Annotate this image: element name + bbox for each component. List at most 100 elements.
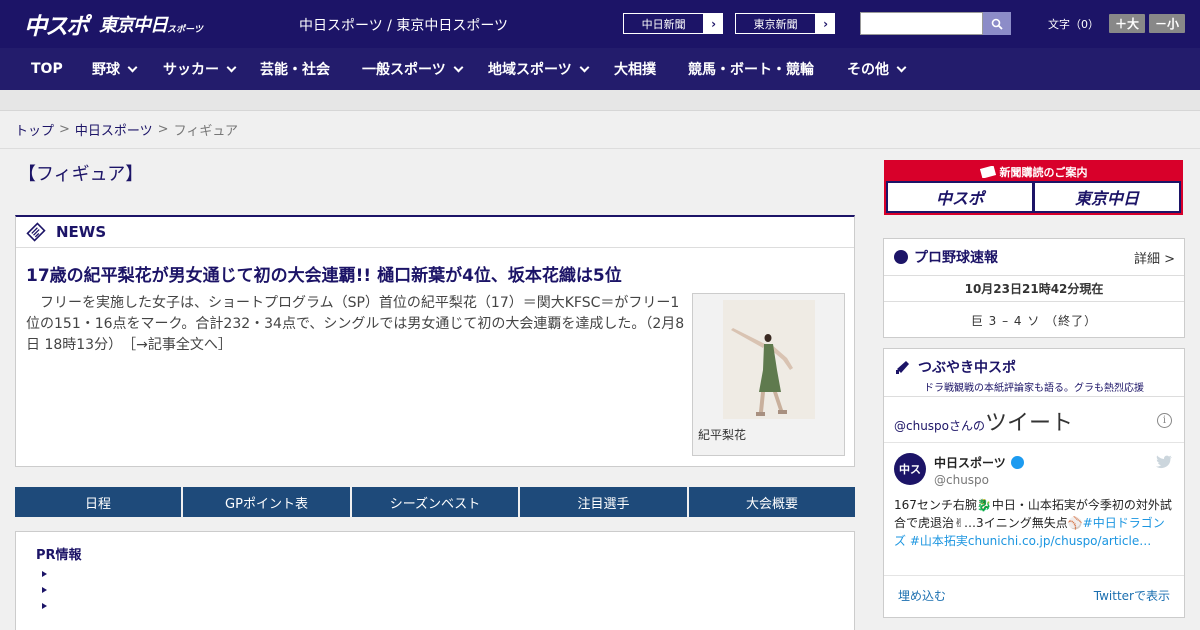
nav-label: 一般スポーツ	[362, 62, 446, 78]
news-heading: NEWS	[56, 223, 107, 241]
font-size-label: 文字（0）	[1048, 17, 1099, 31]
account-handle[interactable]: @chuspo	[934, 473, 989, 487]
pr-item-bullet-icon[interactable]	[42, 571, 47, 577]
tab-schedule[interactable]: 日程	[15, 487, 181, 517]
chevron-right-icon: ›	[711, 16, 717, 31]
tab-season-best[interactable]: シーズンベスト	[352, 487, 518, 517]
view-on-twitter-link[interactable]: Twitterで表示	[1094, 587, 1170, 604]
sub-bar	[0, 90, 1200, 111]
chuspo-logo: 中スポ	[888, 183, 1032, 211]
chevron-down-icon	[127, 62, 138, 72]
verified-icon	[1010, 456, 1024, 469]
breadcrumb-separator: >	[59, 122, 70, 137]
nav-soccer[interactable]: サッカー	[163, 48, 237, 90]
nav-label: 芸能・社会	[260, 62, 330, 78]
news-summary: フリーを実施した女子は、ショートプログラム（SP）首位の紀平梨花（17）＝関大K…	[26, 293, 686, 356]
nav-label: サッカー	[163, 62, 219, 78]
logo-tokyo-chunichi: 東京中日	[99, 15, 168, 36]
site-title[interactable]: 中日スポーツ / 東京中日スポーツ	[299, 15, 508, 35]
news-body-text: フリーを実施した女子は、ショートプログラム（SP）首位の紀平梨花（17）＝関大K…	[26, 295, 685, 353]
news-photo[interactable]: 紀平梨花	[692, 293, 845, 456]
subscription-label: 新聞購読のご案内	[999, 165, 1088, 179]
site-logo[interactable]: 中スポ 東京中日 スポーツ	[24, 8, 203, 40]
photo-caption: 紀平梨花	[698, 428, 747, 442]
info-icon[interactable]: i	[1157, 413, 1172, 428]
baseball-details-link[interactable]: 詳細 >	[1134, 248, 1175, 267]
chevron-down-icon	[453, 62, 464, 72]
divider	[884, 442, 1184, 443]
megaphone-icon	[896, 361, 909, 374]
baseball-title: プロ野球速報	[914, 250, 998, 266]
baseball-score[interactable]: 巨 3 – 4 ソ （終了）	[884, 302, 1184, 338]
account-name[interactable]: 中日スポーツ	[934, 454, 1024, 471]
search-box	[860, 12, 1011, 35]
pr-item-bullet-icon[interactable]	[42, 603, 47, 609]
nav-sumo[interactable]: 大相撲	[614, 48, 656, 90]
search-input[interactable]	[860, 12, 983, 35]
tweets-title: つぶやき中スポ	[918, 360, 1016, 376]
account-name-text: 中日スポーツ	[934, 456, 1006, 470]
nav-label: その他	[847, 62, 889, 78]
baseball-scores: プロ野球速報 詳細 > 10月23日21時42分現在 巨 3 – 4 ソ （終了…	[883, 238, 1185, 338]
twitter-widget: つぶやき中スポ ドラ戦観戦の本紙評論家も語る。グラも熱烈応援 @chuspoさん…	[883, 348, 1185, 618]
breadcrumb: トップ > 中日スポーツ > フィギュア	[0, 111, 1200, 149]
tweet-text: 167センチ右腕🐉中日・山本拓実が今季初の対外試合で虎退治✌…3イニング無失点⚾…	[894, 496, 1176, 550]
nav-other[interactable]: その他	[847, 48, 907, 90]
chevron-right-icon: ›	[823, 16, 829, 31]
search-button[interactable]	[983, 12, 1011, 35]
nav-label: TOP	[31, 61, 63, 77]
tweet-word: ツイート	[985, 411, 1074, 436]
nav-local-sports[interactable]: 地域スポーツ	[488, 48, 590, 90]
tweets-heading: @chuspoさんのツイート	[894, 405, 1073, 437]
newspaper-icon	[979, 165, 996, 178]
twitter-bird-icon[interactable]	[1156, 455, 1172, 469]
tab-event-overview[interactable]: 大会概要	[689, 487, 855, 517]
chevron-down-icon	[896, 62, 907, 72]
nav-label: 地域スポーツ	[488, 62, 572, 78]
breadcrumb-chunichi-sports[interactable]: 中日スポーツ	[75, 120, 153, 139]
avatar[interactable]: 中ス	[894, 453, 926, 485]
tab-featured-players[interactable]: 注目選手	[520, 487, 687, 517]
nav-keiba[interactable]: 競馬・ボート・競輪	[688, 48, 814, 90]
search-icon	[991, 18, 1003, 30]
skater-image	[723, 300, 815, 419]
baseball-icon	[894, 250, 908, 264]
baseball-time: 10月23日21時42分現在	[884, 276, 1184, 302]
chuspo-handle-link[interactable]: @chuspo	[894, 419, 949, 433]
pr-item-bullet-icon[interactable]	[42, 587, 47, 593]
news-header: NEWS	[16, 217, 854, 248]
pr-section: PR情報	[15, 531, 855, 630]
news-section: NEWS 17歳の紀平梨花が男女通じて初の大会連覇!! 樋口新葉が4位、坂本花織…	[15, 215, 855, 467]
tokyo-shimbun-button[interactable]: 東京新聞 ›	[734, 12, 836, 35]
font-smaller-button[interactable]: －小	[1149, 14, 1186, 33]
breadcrumb-current: フィギュア	[173, 124, 239, 139]
tokyo-shimbun-label: 東京新聞	[735, 13, 817, 34]
breadcrumb-separator: >	[157, 122, 169, 137]
nav-label: 野球	[92, 62, 120, 78]
logo-sports: スポーツ	[167, 25, 203, 35]
chevron-down-icon	[226, 62, 237, 72]
page-title: 【フィギュア】	[18, 164, 144, 185]
subscription-banner-top: 新聞購読のご案内	[886, 162, 1181, 181]
nav-top[interactable]: TOP	[31, 48, 63, 90]
newspaper-icon	[26, 222, 46, 242]
figure-tabs: 日程 GPポイント表 シーズンベスト 注目選手 大会概要	[15, 487, 855, 517]
top-header: 中スポ 東京中日 スポーツ 中日スポーツ / 東京中日スポーツ 中日新聞 › 東…	[0, 0, 1200, 48]
font-size-control: 文字（0） ＋大 －小	[1048, 14, 1186, 33]
main-nav: TOP 野球 サッカー 芸能・社会 一般スポーツ 地域スポーツ 大相撲 競馬・ボ…	[0, 48, 1200, 90]
breadcrumb-top[interactable]: トップ	[15, 120, 54, 139]
twitter-widget-header: つぶやき中スポ ドラ戦観戦の本紙評論家も語る。グラも熱烈応援	[884, 349, 1184, 397]
read-more-link[interactable]: ［→記事全文へ］	[129, 337, 232, 353]
embed-link[interactable]: 埋め込む	[898, 587, 946, 604]
nav-baseball[interactable]: 野球	[92, 48, 138, 90]
news-title-link[interactable]: 17歳の紀平梨花が男女通じて初の大会連覇!! 樋口新葉が4位、坂本花織は5位	[26, 261, 622, 286]
tweets-subtitle: ドラ戦観戦の本紙評論家も語る。グラも熱烈応援	[924, 383, 1144, 394]
nav-entertainment[interactable]: 芸能・社会	[260, 48, 330, 90]
chunichi-shimbun-button[interactable]: 中日新聞 ›	[622, 12, 724, 35]
nav-general-sports[interactable]: 一般スポーツ	[362, 48, 464, 90]
subscription-banner[interactable]: 新聞購読のご案内 中スポ 東京中日	[884, 160, 1183, 215]
nav-label: 大相撲	[614, 62, 656, 78]
chunichi-shimbun-label: 中日新聞	[623, 13, 705, 34]
font-larger-button[interactable]: ＋大	[1109, 14, 1146, 33]
tab-gp-points[interactable]: GPポイント表	[183, 487, 350, 517]
